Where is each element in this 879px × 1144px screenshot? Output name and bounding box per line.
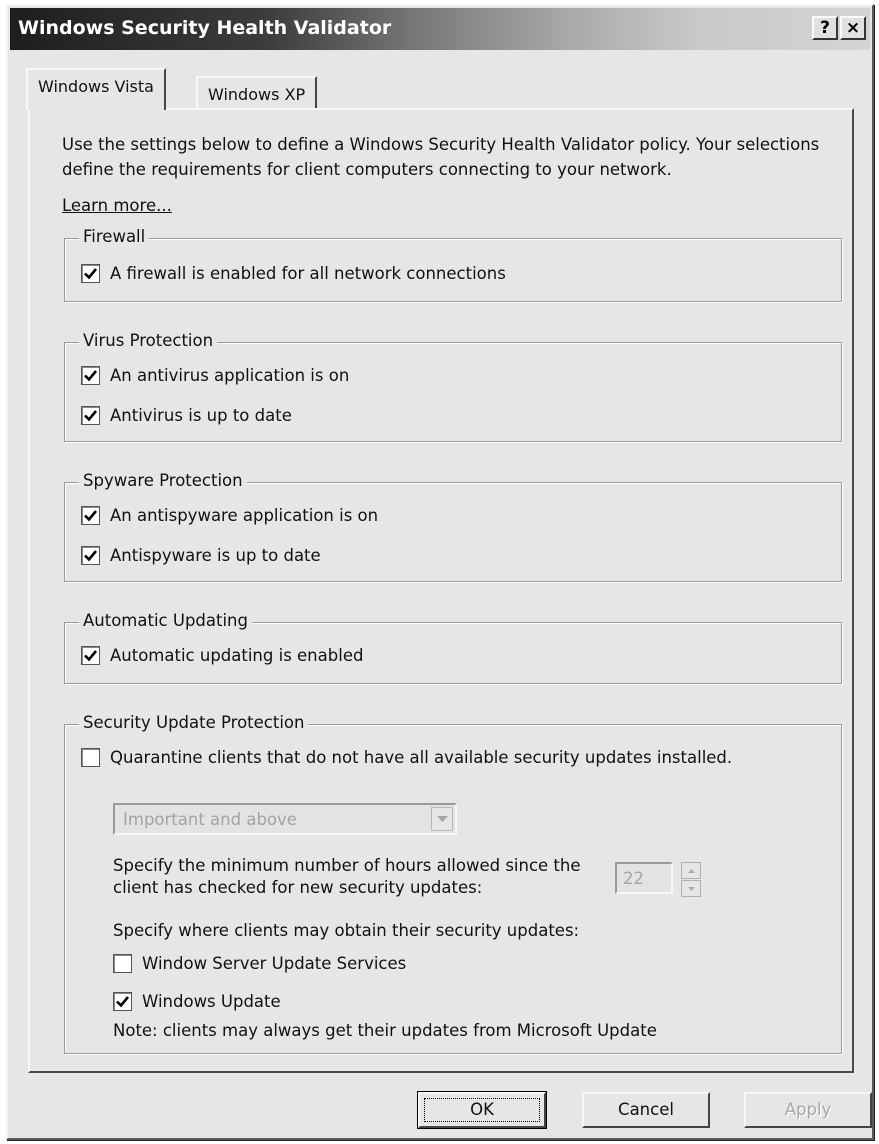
check-icon [84,369,98,381]
title-bar[interactable]: Windows Security Health Validator ? × [10,8,870,50]
checkbox-label: Windows Update [142,991,281,1011]
group-label: Spyware Protection [79,471,247,490]
group-label: Firewall [79,227,150,246]
automatic-updating-group: Automatic Updating Automatic updating is… [64,611,842,684]
wsus-checkbox[interactable]: Window Server Update Services [113,951,406,975]
check-icon [84,549,98,561]
chevron-down-icon[interactable] [431,807,453,831]
check-icon [84,267,98,279]
focus-rectangle [424,1098,540,1122]
apply-button[interactable]: Apply [744,1092,872,1128]
antispyware-on-checkbox[interactable]: An antispyware application is on [81,503,378,527]
security-update-protection-group: Security Update Protection Quarantine cl… [64,713,842,1054]
severity-dropdown[interactable]: Important and above [113,803,457,835]
checkbox-label: An antispyware application is on [110,505,379,525]
antispyware-up-to-date-checkbox[interactable]: Antispyware is up to date [81,543,321,567]
hours-label: Specify the minimum number of hours allo… [113,856,581,897]
update-note: Note: clients may always get their updat… [113,1021,657,1040]
quarantine-checkbox[interactable]: Quarantine clients that do not have all … [81,745,732,769]
checkbox-box[interactable] [81,365,100,385]
check-icon [84,409,98,421]
group-label: Virus Protection [79,331,218,350]
checkbox-box[interactable] [81,505,100,525]
checkbox-label: An antivirus application is on [110,365,350,385]
spin-down-icon[interactable] [681,880,701,897]
checkbox-box[interactable] [81,545,100,565]
virus-protection-group: Virus Protection An antivirus applicatio… [64,331,842,442]
checkbox-box[interactable] [113,991,132,1011]
checkbox-label: Antispyware is up to date [110,545,321,565]
checkbox-box[interactable] [81,405,100,425]
spyware-protection-group: Spyware Protection An antispyware applic… [64,471,842,582]
checkbox-label: A firewall is enabled for all network co… [110,263,506,283]
windows-update-checkbox[interactable]: Windows Update [113,989,281,1013]
check-icon [116,995,130,1007]
firewall-enabled-checkbox[interactable]: A firewall is enabled for all network co… [81,261,506,285]
help-button[interactable]: ? [812,16,838,40]
tab-windows-xp[interactable]: Windows XP [196,76,318,112]
cancel-button[interactable]: Cancel [582,1092,710,1128]
checkbox-label: Window Server Update Services [142,953,407,973]
learn-more-link[interactable]: Learn more... [62,196,172,215]
checkbox-label: Antivirus is up to date [110,405,292,425]
checkbox-box[interactable] [81,747,100,767]
sources-label: Specify where clients may obtain their s… [113,921,580,940]
intro-text: Use the settings below to define a Windo… [62,135,820,179]
group-label: Automatic Updating [79,611,252,630]
checkbox-box[interactable] [113,953,132,973]
dialog-window: Windows Security Health Validator ? × Wi… [6,4,874,1140]
check-icon [84,509,98,521]
close-button[interactable]: × [840,16,866,40]
automatic-updating-checkbox[interactable]: Automatic updating is enabled [81,643,363,667]
hours-input[interactable]: 22 [615,862,673,894]
checkbox-box[interactable] [81,263,100,283]
antivirus-up-to-date-checkbox[interactable]: Antivirus is up to date [81,403,292,427]
group-label: Security Update Protection [79,713,309,732]
tab-panel-windows-vista: Use the settings below to define a Windo… [28,108,854,1073]
checkbox-label: Quarantine clients that do not have all … [110,747,733,767]
checkbox-label: Automatic updating is enabled [110,645,364,665]
tab-windows-vista[interactable]: Windows Vista [26,68,166,110]
ok-button[interactable]: OK [417,1091,547,1129]
window-title: Windows Security Health Validator [18,17,392,39]
antivirus-on-checkbox[interactable]: An antivirus application is on [81,363,349,387]
checkbox-box[interactable] [81,645,100,665]
dropdown-value: Important and above [123,810,297,829]
check-icon [84,649,98,661]
spin-up-icon[interactable] [681,862,701,879]
firewall-group: Firewall A firewall is enabled for all n… [64,227,842,302]
